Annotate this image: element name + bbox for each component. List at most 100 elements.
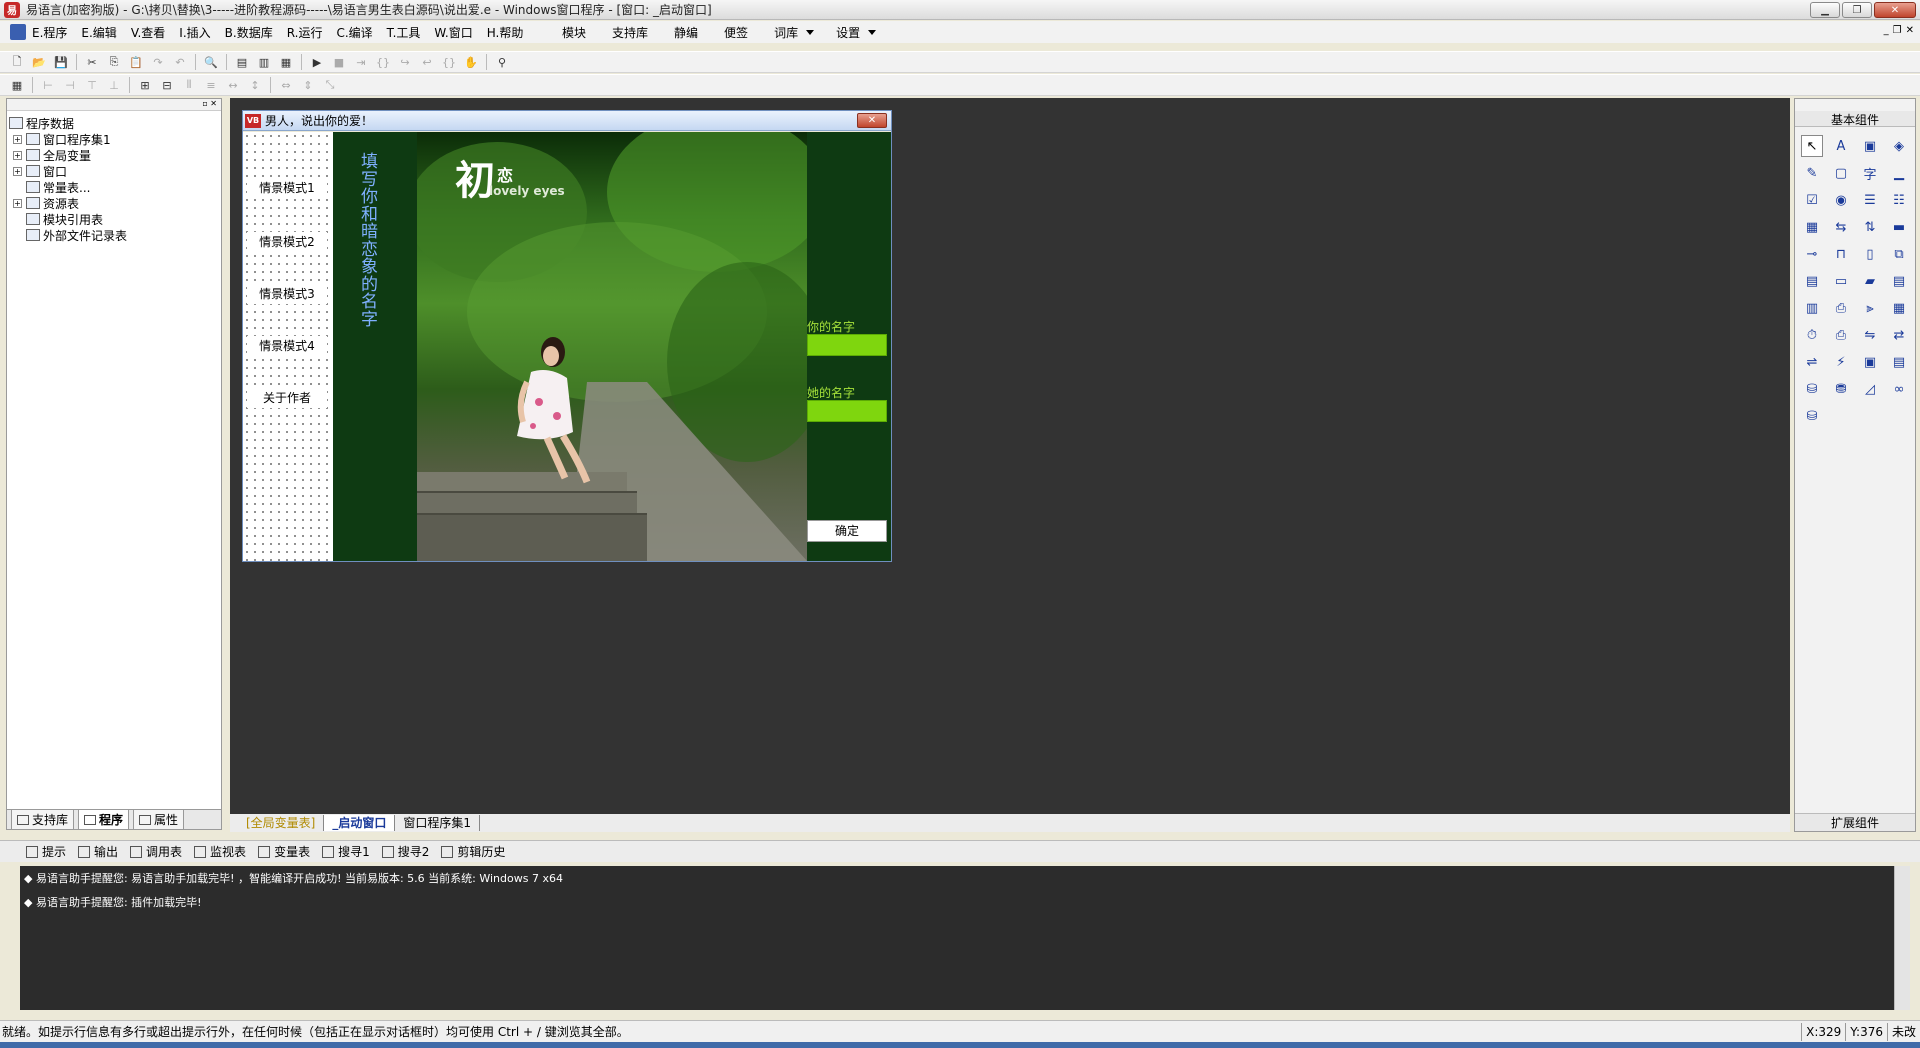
timer-icon[interactable]: ⏱	[1801, 324, 1823, 346]
layout-3-icon[interactable]: ▦	[277, 53, 295, 71]
tab-call-stack[interactable]: 调用表	[130, 843, 182, 860]
close-button[interactable]: ✕	[1874, 2, 1916, 18]
align-left-icon[interactable]: ⊢	[39, 76, 57, 94]
combo-box-icon[interactable]: ☷	[1888, 189, 1910, 211]
grid-table-icon[interactable]: ▥	[1801, 297, 1823, 319]
tab-properties[interactable]: 属性	[133, 809, 185, 830]
menu-view[interactable]: V.查看	[131, 24, 165, 41]
port-icon[interactable]: ⚡	[1830, 351, 1852, 373]
about-author-button[interactable]: 关于作者	[247, 388, 327, 408]
layout-2-icon[interactable]: ▥	[255, 53, 273, 71]
line-icon[interactable]: ▁	[1888, 162, 1910, 184]
data-source-icon[interactable]: ⛁	[1801, 378, 1823, 400]
expand-icon[interactable]: +	[13, 198, 22, 208]
checkbox-icon[interactable]: ☑	[1801, 189, 1823, 211]
minimize-button[interactable]: ▁	[1810, 2, 1840, 18]
tree-item-resources[interactable]: + 资源表	[9, 195, 221, 211]
odbc-icon[interactable]: ∞	[1888, 378, 1910, 400]
breakpoint-icon[interactable]: {}	[440, 53, 458, 71]
size-both-icon[interactable]: ⤡	[321, 76, 339, 94]
step-into-icon[interactable]: {}	[374, 53, 392, 71]
client-icon[interactable]: ⇌	[1801, 351, 1823, 373]
window-frame-icon[interactable]: ▣	[1859, 351, 1881, 373]
menu-notes[interactable]: 便签	[724, 24, 748, 41]
menu-help[interactable]: H.帮助	[487, 24, 524, 41]
redo-icon[interactable]: ↷	[149, 53, 167, 71]
space-h-icon[interactable]: ⫴	[180, 76, 198, 94]
stop-icon[interactable]: ■	[330, 53, 348, 71]
tree-item-window[interactable]: + 窗口	[9, 163, 221, 179]
list-box-icon[interactable]: ☰	[1859, 189, 1881, 211]
menu-program[interactable]: E.程序	[32, 24, 67, 41]
mdi-close-icon[interactable]: ✕	[1906, 25, 1914, 36]
text-icon[interactable]: 字	[1859, 162, 1881, 184]
menu-static-compile[interactable]: 静编	[674, 24, 698, 41]
same-height-icon[interactable]: ↕	[246, 76, 264, 94]
step-icon[interactable]: ⇥	[352, 53, 370, 71]
tab-search-2[interactable]: 搜寻2	[381, 843, 429, 860]
new-file-icon[interactable]: 🗋	[8, 53, 26, 71]
scroll-h-icon[interactable]: ⇆	[1830, 216, 1852, 238]
scene-mode-4-button[interactable]: 情景模式4	[247, 336, 327, 356]
your-name-input[interactable]	[807, 334, 887, 356]
layout-1-icon[interactable]: ▤	[233, 53, 251, 71]
same-width-icon[interactable]: ↔	[224, 76, 242, 94]
menu-window[interactable]: W.窗口	[434, 24, 472, 41]
scene-mode-3-button[interactable]: 情景模式3	[247, 284, 327, 304]
copy-icon[interactable]: ⎘	[105, 53, 123, 71]
designed-form-window[interactable]: VB 男人，说出你的爱！ ✕ 情景模式1 情景模式2 情景模式3 情景模式4 关…	[242, 110, 892, 562]
label-icon[interactable]: A	[1830, 135, 1852, 157]
binoculars-icon[interactable]: ⚲	[493, 53, 511, 71]
mdi-restore-icon[interactable]: ❐	[1893, 25, 1902, 36]
align-top-icon[interactable]: ⊤	[83, 76, 101, 94]
output-console[interactable]: ◆ 易语言助手提醒您: 易语言助手加载完毕! ，智能编译开启成功! 当前易版本:…	[20, 866, 1900, 1010]
open-folder-icon[interactable]: 📂	[30, 53, 48, 71]
tab-global-vars[interactable]: [全局变量表]	[238, 815, 325, 831]
tab-program[interactable]: 程序	[78, 809, 130, 830]
paste-icon[interactable]: 📋	[127, 53, 145, 71]
tree-item-root[interactable]: 程序数据	[9, 115, 221, 131]
status-bar-icon[interactable]: ▤	[1888, 351, 1910, 373]
frame-icon[interactable]: ▢	[1830, 162, 1852, 184]
space-v-icon[interactable]: ≡	[202, 76, 220, 94]
expand-icon[interactable]: +	[13, 166, 22, 176]
table-icon[interactable]: ▦	[1801, 216, 1823, 238]
progress-icon[interactable]: ▬	[1888, 216, 1910, 238]
align-right-icon[interactable]: ⊣	[61, 76, 79, 94]
size-height-icon[interactable]: ⇕	[299, 76, 317, 94]
restore-button[interactable]: ❐	[1842, 2, 1872, 18]
tab-clip-history[interactable]: 剪辑历史	[441, 843, 505, 860]
center-v-icon[interactable]: ⊟	[158, 76, 176, 94]
find-icon[interactable]: 🔍	[202, 53, 220, 71]
folder-icon[interactable]: ▰	[1859, 270, 1881, 292]
calendar-icon[interactable]: ▤	[1801, 270, 1823, 292]
menu-settings[interactable]: 设置	[836, 24, 860, 41]
scene-mode-1-button[interactable]: 情景模式1	[247, 178, 327, 198]
radio-icon[interactable]: ◉	[1830, 189, 1852, 211]
tree-item-global-vars[interactable]: + 全局变量	[9, 147, 221, 163]
hand-icon[interactable]: ✋	[462, 53, 480, 71]
run-icon[interactable]: ▶	[308, 53, 326, 71]
split-icon[interactable]: ⫸	[1859, 297, 1881, 319]
edit-box-icon[interactable]: ✎	[1801, 162, 1823, 184]
slider-icon[interactable]: ⊸	[1801, 243, 1823, 265]
picture-box-icon[interactable]: ▣	[1859, 135, 1881, 157]
dropdown-icon[interactable]: ▭	[1830, 270, 1852, 292]
menu-tools[interactable]: T.工具	[387, 24, 421, 41]
basic-components-header[interactable]: 基本组件	[1795, 111, 1915, 127]
expand-icon[interactable]: +	[13, 150, 22, 160]
menu-dictionary[interactable]: 词库	[774, 24, 798, 41]
shape-icon[interactable]: ◈	[1888, 135, 1910, 157]
size-width-icon[interactable]: ⇔	[277, 76, 295, 94]
expand-icon[interactable]: +	[13, 134, 22, 144]
tab-watch[interactable]: 监视表	[194, 843, 246, 860]
align-bottom-icon[interactable]: ⊥	[105, 76, 123, 94]
tab-search-1[interactable]: 搜寻1	[322, 843, 370, 860]
tab-window-program-set[interactable]: 窗口程序集1	[395, 815, 481, 831]
tab-output[interactable]: 输出	[78, 843, 118, 860]
menu-edit[interactable]: E.编辑	[81, 24, 116, 41]
menu-support-lib[interactable]: 支持库	[612, 24, 648, 41]
mdi-minimize-icon[interactable]: _	[1884, 25, 1889, 36]
tab-control-icon[interactable]: ⊓	[1830, 243, 1852, 265]
chart-icon[interactable]: ◿	[1859, 378, 1881, 400]
